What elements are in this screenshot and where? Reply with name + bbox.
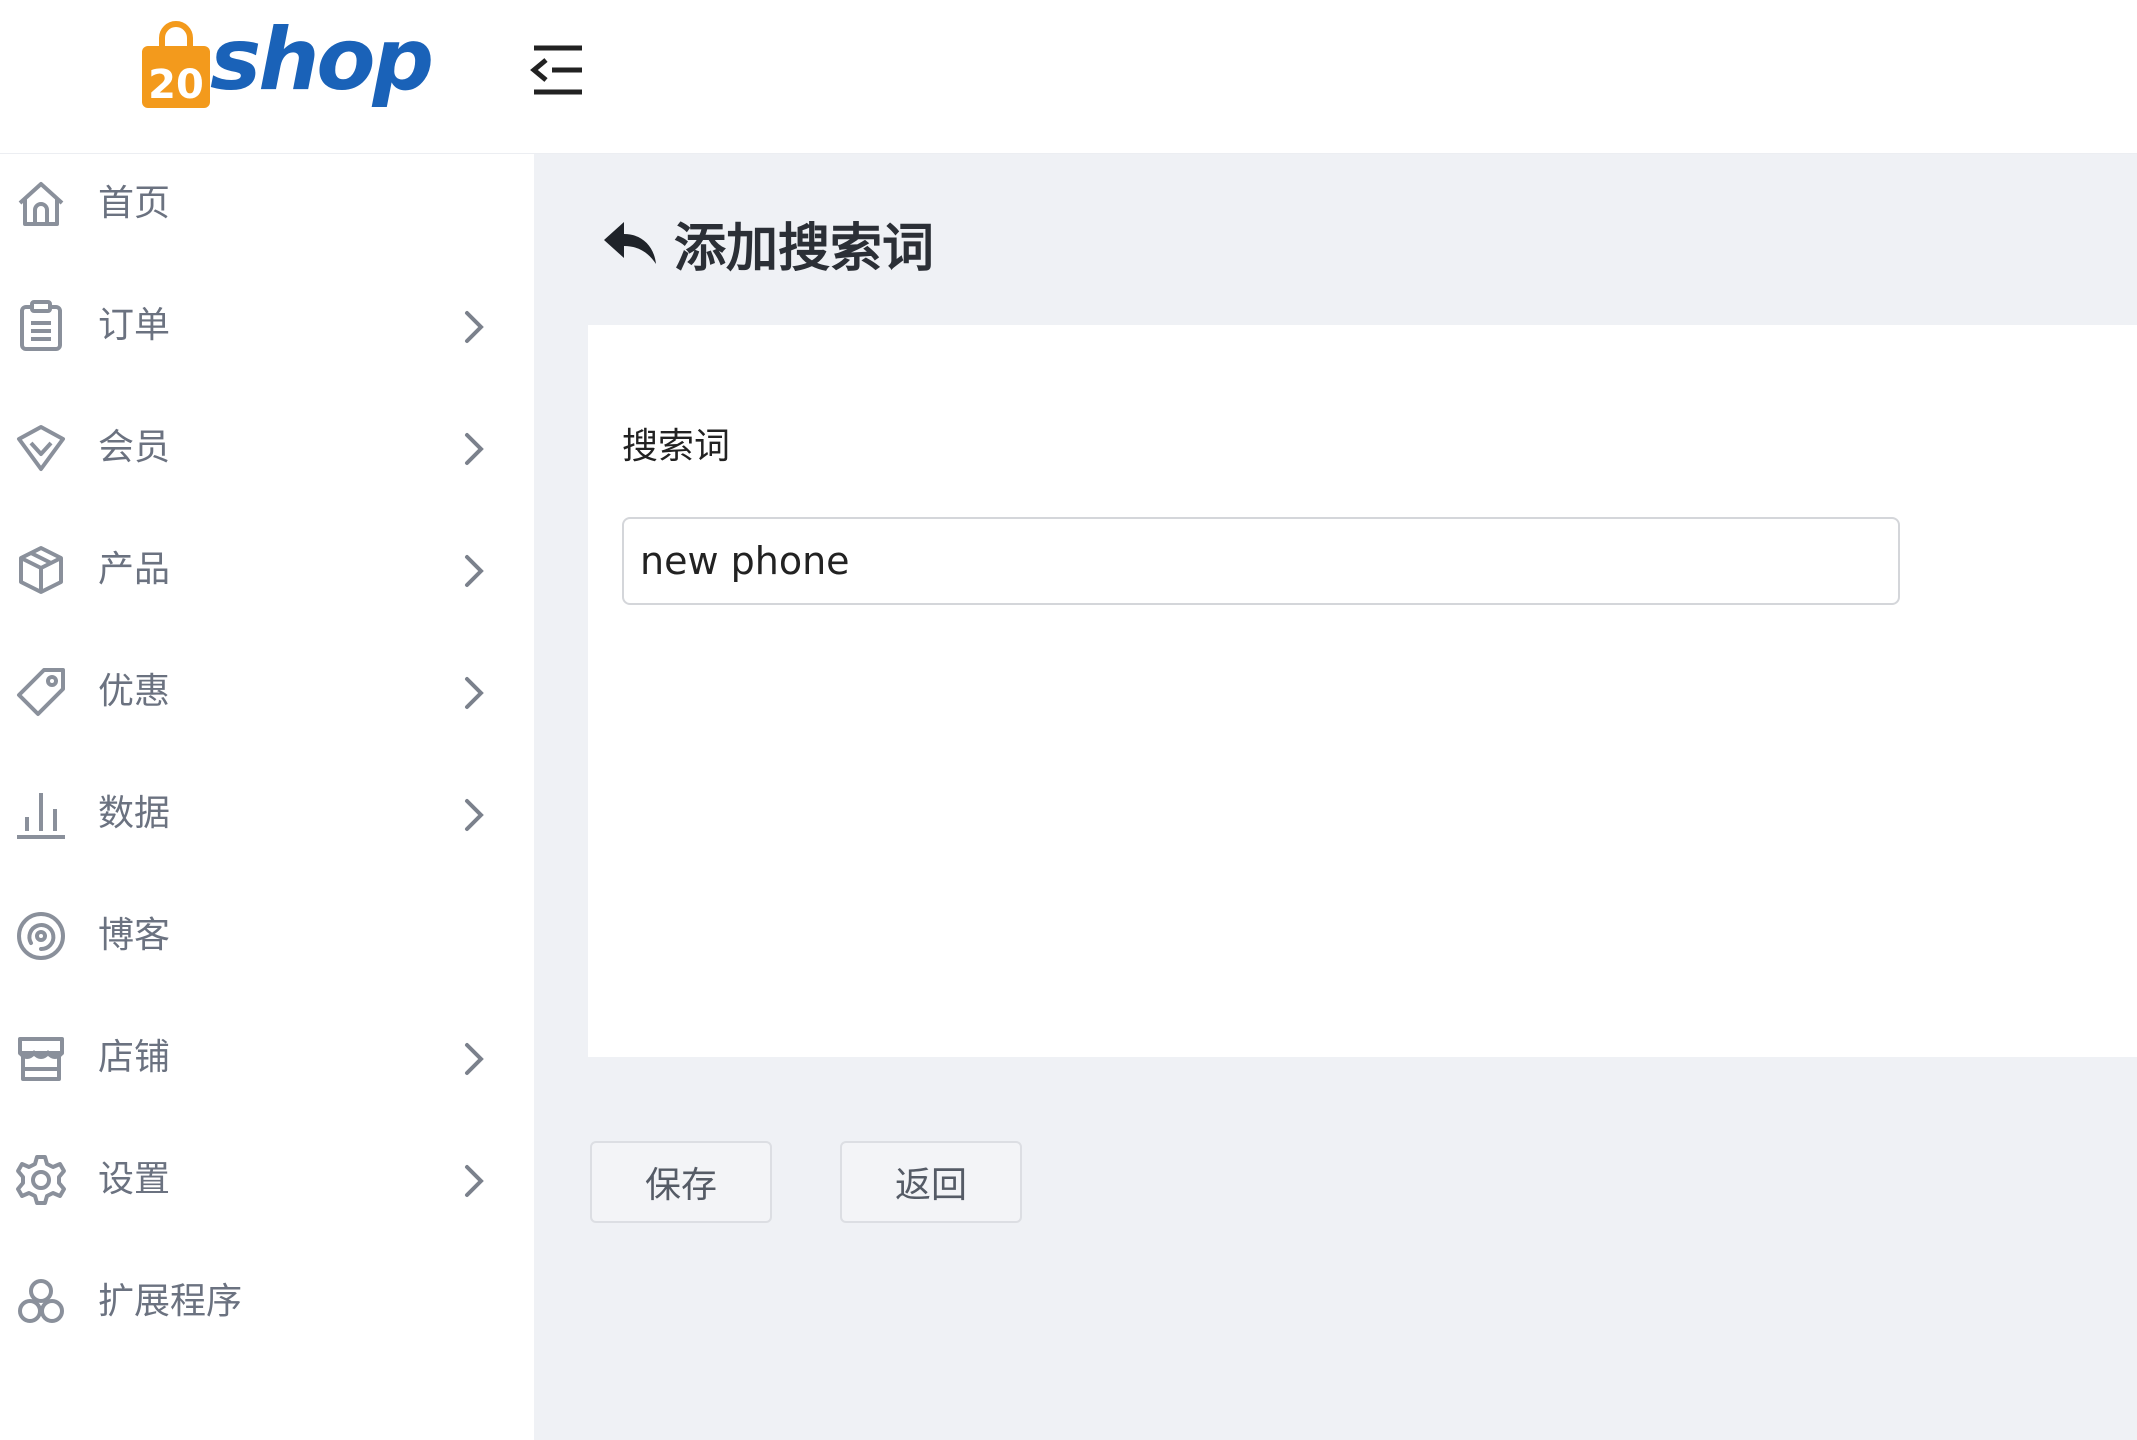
sidebar-item-members[interactable]: 会员 — [0, 398, 534, 498]
top-bar: 20 shop — [0, 0, 2137, 154]
tag-icon — [17, 668, 65, 716]
chevron-right-icon — [465, 555, 484, 587]
box-icon — [19, 546, 63, 594]
sidebar-item-label: 会员 — [98, 427, 171, 468]
shopping-bag-logo-icon: 20 — [142, 21, 210, 108]
extensions-icon — [18, 1279, 64, 1323]
clipboard-icon — [20, 300, 62, 351]
heart-shield-icon — [17, 425, 65, 471]
sidebar-item-home[interactable]: 首页 — [0, 154, 534, 254]
sidebar-item-label: 首页 — [98, 183, 171, 224]
form-panel: 搜索词 — [588, 325, 2137, 1057]
chevron-right-icon — [465, 1043, 484, 1075]
sidebar-item-orders[interactable]: 订单 — [0, 276, 534, 376]
sidebar-item-label: 博客 — [98, 915, 171, 956]
store-icon — [18, 1037, 64, 1081]
sidebar: 首页 订单 会员 产品 优惠 数据 博客 店铺 设置 扩展程序 — [0, 154, 534, 1440]
sidebar-item-promotions[interactable]: 优惠 — [0, 642, 534, 742]
sidebar-item-label: 优惠 — [98, 671, 171, 712]
logo[interactable]: 20 shop — [138, 10, 434, 114]
chevron-right-icon — [465, 799, 484, 831]
keyword-label: 搜索词 — [622, 426, 731, 467]
home-icon — [18, 182, 64, 226]
chevron-right-icon — [465, 311, 484, 343]
sidebar-item-store[interactable]: 店铺 — [0, 1008, 534, 1108]
sidebar-item-label: 数据 — [98, 793, 171, 834]
logo-text: shop — [210, 10, 434, 110]
menu-collapse-icon[interactable] — [528, 40, 588, 100]
sidebar-item-extensions[interactable]: 扩展程序 — [0, 1252, 534, 1352]
sidebar-item-products[interactable]: 产品 — [0, 520, 534, 620]
sidebar-item-settings[interactable]: 设置 — [0, 1130, 534, 1230]
sidebar-item-data[interactable]: 数据 — [0, 764, 534, 864]
sidebar-item-label: 设置 — [98, 1159, 171, 1200]
bar-chart-icon — [17, 793, 65, 839]
keyword-input[interactable] — [622, 517, 1900, 605]
sidebar-item-label: 订单 — [98, 305, 171, 346]
sidebar-item-label: 店铺 — [98, 1037, 171, 1078]
chevron-right-icon — [465, 677, 484, 709]
back-arrow-icon[interactable] — [600, 216, 660, 270]
chevron-right-icon — [465, 433, 484, 465]
target-icon — [17, 912, 65, 960]
page-header: 添加搜索词 — [600, 208, 935, 279]
gear-icon — [16, 1155, 66, 1205]
page-title: 添加搜索词 — [674, 218, 935, 279]
svg-text:20: 20 — [148, 62, 204, 108]
sidebar-item-label: 产品 — [98, 549, 171, 590]
save-button[interactable]: 保存 — [590, 1141, 772, 1223]
sidebar-item-label: 扩展程序 — [98, 1281, 243, 1322]
sidebar-item-blog[interactable]: 博客 — [0, 886, 534, 986]
back-button[interactable]: 返回 — [840, 1141, 1022, 1223]
chevron-right-icon — [465, 1165, 484, 1197]
